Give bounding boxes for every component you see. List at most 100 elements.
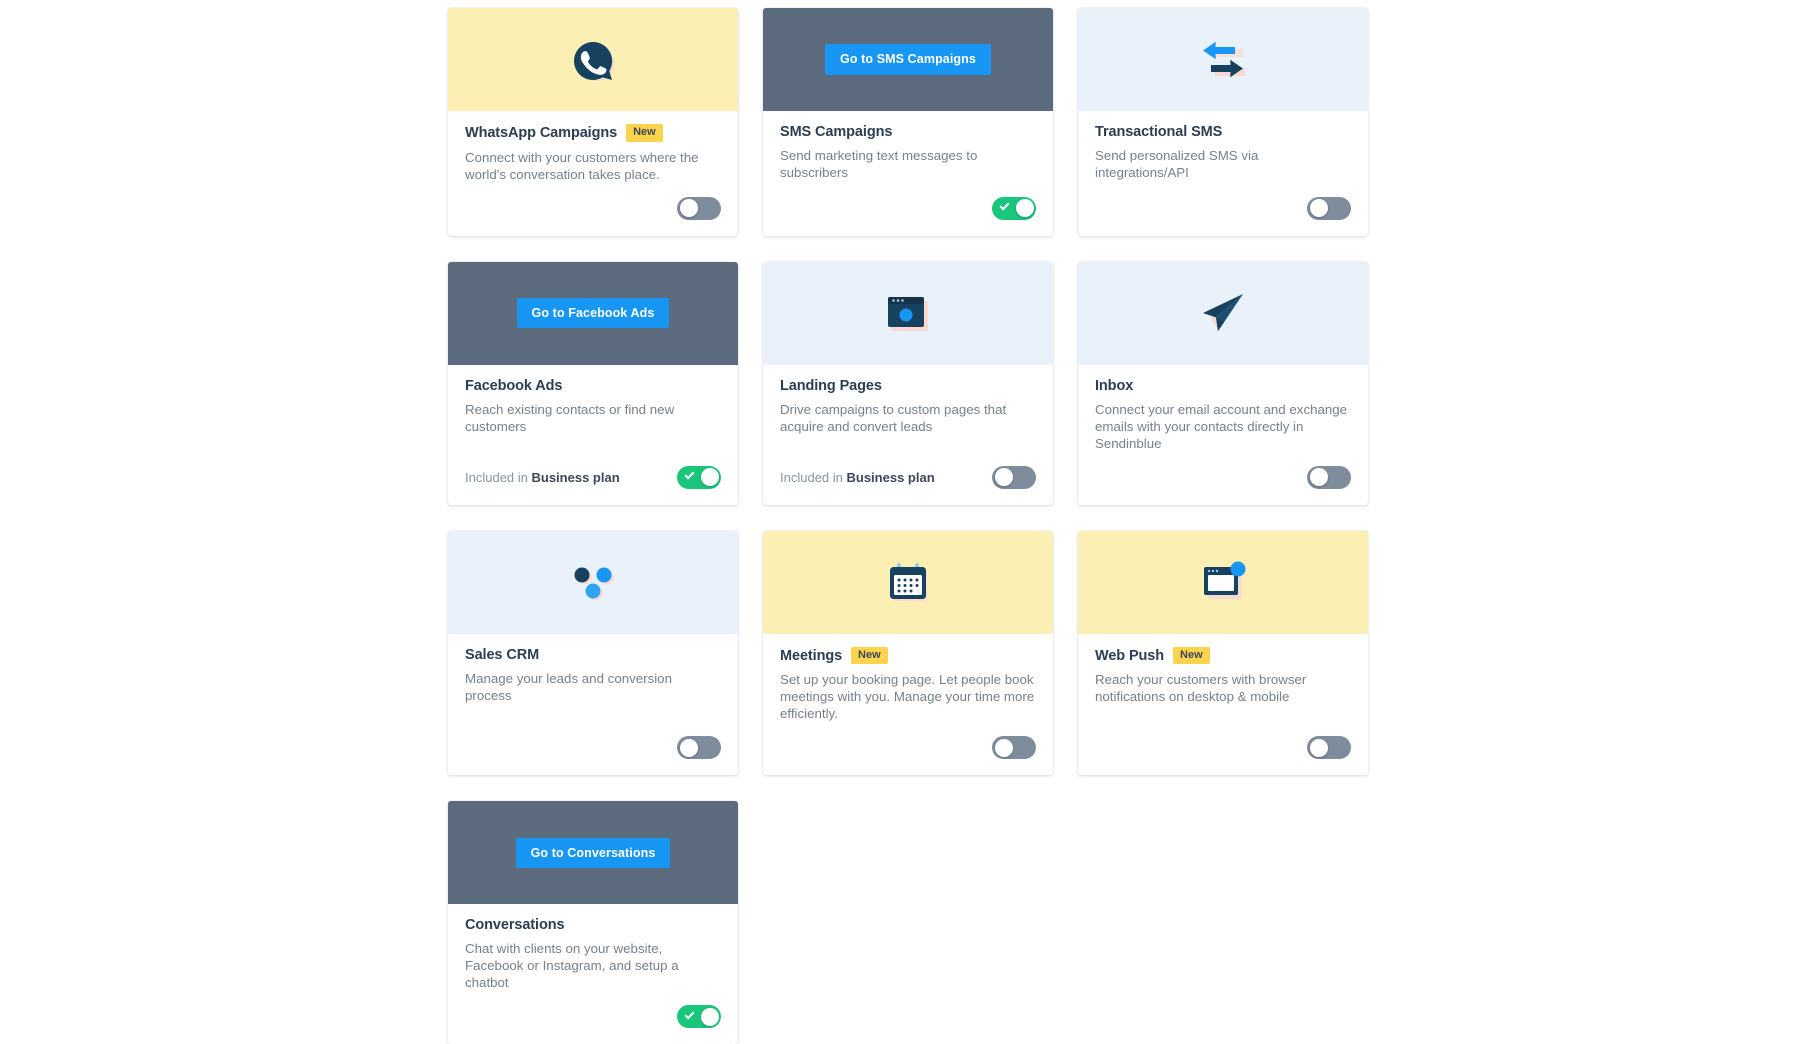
feature-toggle-web-push[interactable]: [1307, 736, 1351, 760]
card-title: Landing Pages: [780, 377, 882, 394]
feature-card-whatsapp-campaigns[interactable]: WhatsApp Campaigns New Connect with your…: [448, 8, 738, 236]
card-body: Web Push New Reach your customers with b…: [1078, 634, 1368, 776]
feature-toggle-meetings[interactable]: [992, 736, 1036, 760]
feature-toggle-sales-crm[interactable]: [677, 736, 721, 760]
new-badge: New: [1173, 646, 1210, 665]
feature-toggle-landing-pages[interactable]: [992, 465, 1036, 489]
browser-window-icon: [884, 290, 932, 336]
card-description: Drive campaigns to custom pages that acq…: [780, 401, 1007, 434]
feature-card-inbox[interactable]: Inbox Connect your email account and exc…: [1078, 261, 1368, 505]
feature-card-meetings[interactable]: Meetings New Set up your booking page. L…: [763, 530, 1053, 776]
card-body: WhatsApp Campaigns New Connect with your…: [448, 111, 738, 236]
card-title: Sales CRM: [465, 646, 540, 663]
card-body: Facebook Ads Reach existing contacts or …: [448, 365, 738, 505]
card-body: SMS Campaigns Send marketing text messag…: [763, 111, 1053, 236]
card-title: Facebook Ads: [465, 377, 563, 394]
card-title: Conversations: [465, 917, 565, 934]
toggle-knob: [1309, 468, 1328, 487]
card-footer: [465, 183, 721, 220]
card-hero-inbox: [1078, 261, 1368, 365]
card-hero-conversations: Go to Conversations: [448, 801, 738, 905]
feature-toggle-facebook-ads[interactable]: [677, 465, 721, 489]
card-title: Web Push: [1095, 647, 1165, 664]
card-footer: [1095, 452, 1351, 489]
card-title-row: Landing Pages: [780, 378, 1036, 394]
card-description: Connect with your customers where the wo…: [465, 149, 699, 182]
card-hero-whatsapp-campaigns: [448, 8, 738, 111]
card-footer: [1095, 183, 1351, 220]
card-hover-overlay: Go to SMS Campaigns: [763, 8, 1053, 111]
card-footer: [465, 722, 721, 760]
card-body: Inbox Connect your email account and exc…: [1078, 365, 1368, 505]
toggle-knob: [679, 199, 698, 218]
feature-card-facebook-ads[interactable]: Go to Facebook Ads Facebook Ads Reach ex…: [448, 261, 738, 505]
card-footer: [1095, 722, 1351, 760]
card-hero-web-push: [1078, 530, 1368, 634]
card-title-row: Conversations: [465, 917, 721, 933]
card-body: Meetings New Set up your booking page. L…: [763, 634, 1053, 776]
card-hero-meetings: [763, 530, 1053, 634]
plan-note: Included in Business plan: [780, 469, 935, 485]
calendar-icon: [885, 559, 931, 605]
card-description: Chat with clients on your website, Faceb…: [465, 941, 679, 991]
card-hero-sms-campaigns: Go to SMS Campaigns: [763, 8, 1053, 111]
feature-cards-grid: WhatsApp Campaigns New Connect with your…: [448, 8, 1368, 1044]
card-title-row: Inbox: [1095, 378, 1351, 394]
card-title-row: SMS Campaigns: [780, 124, 1036, 140]
goto-button-sms-campaigns[interactable]: Go to SMS Campaigns: [825, 44, 991, 75]
card-hero-landing-pages: [763, 261, 1053, 365]
goto-button-facebook-ads[interactable]: Go to Facebook Ads: [516, 297, 670, 329]
card-description: Reach existing contacts or find new cust…: [465, 401, 675, 434]
feature-card-conversations[interactable]: Go to Conversations Conversations Chat w…: [448, 801, 738, 1044]
feature-card-landing-pages[interactable]: Landing Pages Drive campaigns to custom …: [763, 261, 1053, 505]
feature-toggle-conversations[interactable]: [677, 1005, 721, 1029]
three-dots-icon: [569, 560, 617, 604]
whatsapp-icon: [570, 37, 616, 83]
card-title: WhatsApp Campaigns: [465, 124, 618, 141]
toggle-knob: [700, 1007, 719, 1026]
card-description: Send personalized SMS via integrations/A…: [1095, 148, 1259, 181]
card-hero-facebook-ads: Go to Facebook Ads: [448, 261, 738, 365]
feature-toggle-transactional-sms[interactable]: [1307, 196, 1351, 220]
card-hero-sales-crm: [448, 530, 738, 634]
check-icon: [684, 1009, 695, 1020]
card-body: Conversations Chat with clients on your …: [448, 904, 738, 1044]
card-footer: [465, 991, 721, 1029]
card-title-row: Transactional SMS: [1095, 124, 1351, 140]
card-footer: Included in Business plan: [465, 452, 721, 489]
feature-toggle-sms-campaigns[interactable]: [992, 196, 1036, 220]
new-badge: New: [851, 646, 888, 665]
card-hover-overlay: Go to Conversations: [448, 801, 738, 905]
plan-name: Business plan: [531, 469, 620, 485]
card-footer: Included in Business plan: [780, 452, 1036, 489]
card-hero-transactional-sms: [1078, 8, 1368, 111]
card-description: Set up your booking page. Let people boo…: [780, 672, 1035, 722]
card-body: Landing Pages Drive campaigns to custom …: [763, 365, 1053, 505]
card-title: SMS Campaigns: [780, 124, 893, 140]
feature-card-sms-campaigns[interactable]: Go to SMS Campaigns SMS Campaigns Send m…: [763, 8, 1053, 236]
toggle-knob: [1309, 199, 1328, 218]
toggle-knob: [1015, 199, 1034, 218]
card-body: Sales CRM Manage your leads and conversi…: [448, 634, 738, 776]
feature-card-sales-crm[interactable]: Sales CRM Manage your leads and conversi…: [448, 530, 738, 776]
card-description: Send marketing text messages to subscrib…: [780, 148, 978, 181]
card-title: Meetings: [780, 647, 843, 664]
card-title: Transactional SMS: [1095, 124, 1223, 140]
card-description: Manage your leads and conversion process: [465, 670, 672, 703]
card-title: Inbox: [1095, 377, 1134, 394]
toggle-knob: [679, 738, 698, 757]
toggle-knob: [994, 738, 1013, 757]
feature-card-transactional-sms[interactable]: Transactional SMS Send personalized SMS …: [1078, 8, 1368, 236]
card-title-row: Sales CRM: [465, 647, 721, 663]
push-notification-icon: [1199, 560, 1247, 604]
plan-note: Included in Business plan: [465, 469, 620, 485]
toggle-knob: [994, 468, 1013, 487]
new-badge: New: [626, 124, 663, 142]
feature-card-web-push[interactable]: Web Push New Reach your customers with b…: [1078, 530, 1368, 776]
features-grid-page: WhatsApp Campaigns New Connect with your…: [0, 0, 1800, 1044]
goto-button-conversations[interactable]: Go to Conversations: [515, 837, 671, 869]
toggle-knob: [700, 468, 719, 487]
feature-toggle-whatsapp-campaigns[interactable]: [677, 196, 721, 220]
card-hover-overlay: Go to Facebook Ads: [448, 261, 738, 365]
feature-toggle-inbox[interactable]: [1307, 465, 1351, 489]
